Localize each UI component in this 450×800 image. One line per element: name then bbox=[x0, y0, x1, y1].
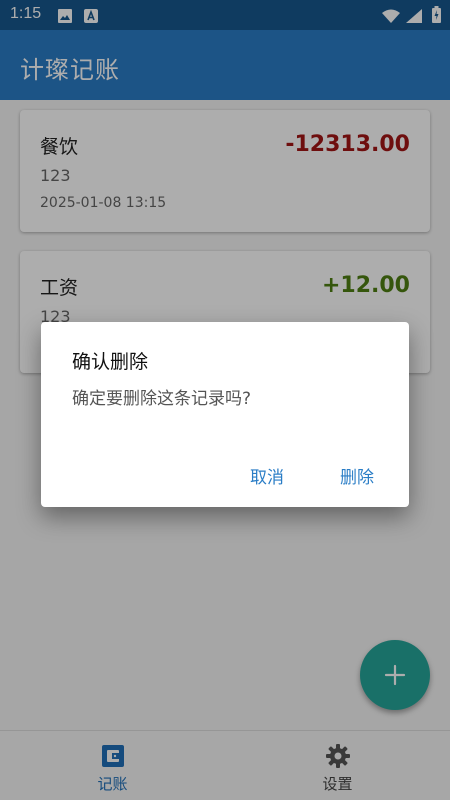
delete-button[interactable]: 删除 bbox=[340, 463, 374, 488]
dialog-message: 确定要删除这条记录吗? bbox=[72, 389, 252, 409]
cancel-button[interactable]: 取消 bbox=[250, 463, 284, 488]
delete-confirm-dialog: 确认删除 确定要删除这条记录吗? 取消 删除 bbox=[41, 322, 409, 507]
dialog-title: 确认删除 bbox=[72, 351, 149, 373]
